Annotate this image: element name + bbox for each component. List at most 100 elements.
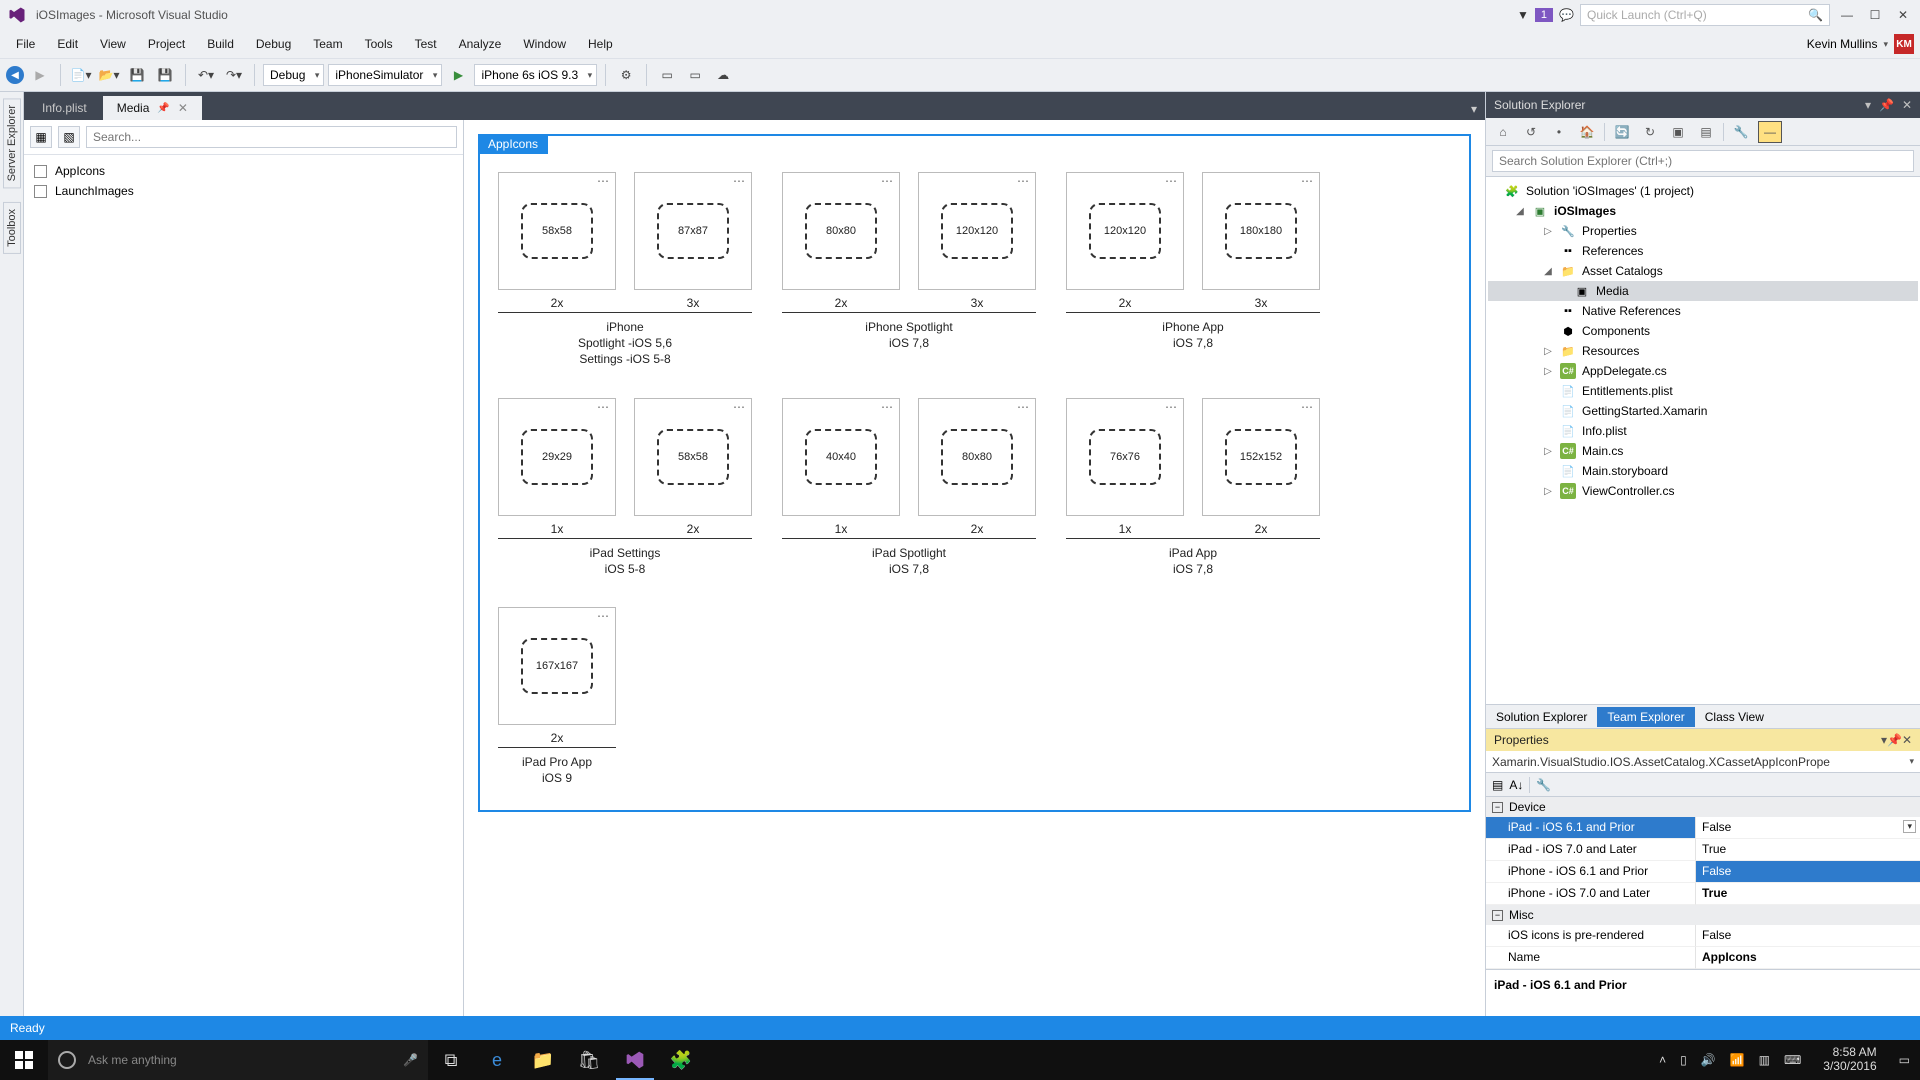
property-row[interactable]: iPhone - iOS 7.0 and LaterTrue [1486, 883, 1920, 905]
tree-item[interactable]: ▷C#AppDelegate.cs [1488, 361, 1918, 381]
image-well[interactable]: ⋯120x120 [1066, 172, 1184, 290]
tree-item[interactable]: ⬢Components [1488, 321, 1918, 341]
image-well[interactable]: ⋯80x80 [918, 398, 1036, 516]
visual-studio-icon[interactable] [612, 1040, 658, 1080]
tree-item[interactable]: ▷🔧Properties [1488, 221, 1918, 241]
redo-button[interactable]: ↷▾ [222, 63, 246, 87]
nav-fwd-button[interactable]: ▶ [28, 63, 52, 87]
property-row[interactable]: iPad - iOS 7.0 and LaterTrue [1486, 839, 1920, 861]
file-explorer-icon[interactable]: 📁 [520, 1040, 566, 1080]
image-well-menu-icon[interactable]: ⋯ [1017, 177, 1029, 185]
image-well-menu-icon[interactable]: ⋯ [1165, 403, 1177, 411]
prop-category-misc[interactable]: −Misc [1486, 905, 1920, 925]
menu-team[interactable]: Team [303, 33, 352, 55]
property-row[interactable]: iOS icons is pre-renderedFalse [1486, 925, 1920, 947]
tree-item[interactable]: 📄GettingStarted.Xamarin [1488, 401, 1918, 421]
app-icon[interactable]: 🧩 [658, 1040, 704, 1080]
clock[interactable]: 8:58 AM 3/30/2016 [1815, 1046, 1884, 1074]
tree-item[interactable]: ▪▪Native References [1488, 301, 1918, 321]
minimize-button[interactable]: — [1836, 4, 1858, 26]
se-tab-class[interactable]: Class View [1695, 707, 1774, 727]
target-combo[interactable]: iPhone 6s iOS 9.3 [474, 64, 597, 86]
image-well-menu-icon[interactable]: ⋯ [733, 403, 745, 411]
menu-edit[interactable]: Edit [47, 33, 88, 55]
edge-icon[interactable]: e [474, 1040, 520, 1080]
battery-icon[interactable]: ▯ [1680, 1053, 1687, 1067]
onenote-icon[interactable]: ▥ [1759, 1053, 1770, 1067]
save-button[interactable]: 💾 [125, 63, 149, 87]
alphabetical-icon[interactable]: A↓ [1509, 778, 1523, 792]
panel-close-icon[interactable]: ✕ [1902, 98, 1912, 112]
image-well-menu-icon[interactable]: ⋯ [1017, 403, 1029, 411]
dropdown-icon[interactable]: ▾ [1903, 820, 1916, 833]
categorized-icon[interactable]: ▤ [1492, 778, 1503, 792]
tool-btn-a[interactable]: ⚙ [614, 63, 638, 87]
image-well[interactable]: ⋯120x120 [918, 172, 1036, 290]
menu-help[interactable]: Help [578, 33, 623, 55]
notifications-badge[interactable]: 1 [1535, 8, 1553, 22]
tree-item[interactable]: ▪▪References [1488, 241, 1918, 261]
image-well-menu-icon[interactable]: ⋯ [733, 177, 745, 185]
image-well[interactable]: ⋯29x29 [498, 398, 616, 516]
image-well-menu-icon[interactable]: ⋯ [1165, 177, 1177, 185]
se-fwd-icon[interactable]: • [1548, 121, 1570, 143]
image-well-menu-icon[interactable]: ⋯ [1301, 403, 1313, 411]
tab-info-plist[interactable]: Info.plist [28, 96, 101, 120]
chevron-down-icon[interactable]: ▾ [1883, 39, 1888, 50]
tabs-overflow-icon[interactable]: ▾ [1467, 98, 1481, 120]
keyboard-icon[interactable]: ⌨ [1784, 1053, 1801, 1067]
panel-close-icon[interactable]: ✕ [1902, 733, 1912, 747]
menu-build[interactable]: Build [197, 33, 244, 55]
panel-pin-icon[interactable]: 📌 [1887, 733, 1902, 747]
image-well[interactable]: ⋯180x180 [1202, 172, 1320, 290]
se-properties-icon[interactable]: 🔧 [1730, 121, 1752, 143]
image-well[interactable]: ⋯76x76 [1066, 398, 1184, 516]
maximize-button[interactable]: ☐ [1864, 4, 1886, 26]
tool-btn-c[interactable]: ▭ [683, 63, 707, 87]
quick-launch-input[interactable]: Quick Launch (Ctrl+Q) 🔍 [1580, 4, 1830, 26]
tree-item[interactable]: ▣Media [1488, 281, 1918, 301]
menu-view[interactable]: View [90, 33, 136, 55]
close-tab-icon[interactable]: ✕ [178, 101, 188, 115]
platform-combo[interactable]: iPhoneSimulator [328, 64, 442, 86]
wifi-icon[interactable]: 📶 [1730, 1053, 1745, 1067]
image-well[interactable]: ⋯80x80 [782, 172, 900, 290]
image-well-menu-icon[interactable]: ⋯ [1301, 177, 1313, 185]
props-wrench-icon[interactable]: 🔧 [1536, 778, 1551, 792]
cortana-search[interactable]: Ask me anything 🎤 [48, 1040, 428, 1080]
image-well-menu-icon[interactable]: ⋯ [597, 403, 609, 411]
asset-item-launchimages[interactable]: LaunchImages [34, 181, 453, 201]
tree-item[interactable]: ▷C#ViewController.cs [1488, 481, 1918, 501]
property-row[interactable]: iPhone - iOS 6.1 and PriorFalse [1486, 861, 1920, 883]
tree-item[interactable]: 📄Info.plist [1488, 421, 1918, 441]
solution-tree[interactable]: 🧩Solution 'iOSImages' (1 project)◢▣iOSIm… [1486, 177, 1920, 704]
toolbox-tab[interactable]: Toolbox [3, 202, 21, 254]
open-button[interactable]: 📂▾ [97, 63, 121, 87]
se-home-icon[interactable]: ⌂ [1492, 121, 1514, 143]
tree-solution-root[interactable]: 🧩Solution 'iOSImages' (1 project) [1488, 181, 1918, 201]
se-back-icon[interactable]: ↺ [1520, 121, 1542, 143]
store-icon[interactable]: 🛍 [566, 1040, 612, 1080]
volume-icon[interactable]: 🔊 [1701, 1053, 1716, 1067]
microphone-icon[interactable]: 🎤 [403, 1053, 418, 1067]
pin-icon[interactable]: 📌 [157, 103, 169, 114]
tab-media[interactable]: Media 📌 ✕ [103, 96, 202, 120]
se-home2-icon[interactable]: 🏠 [1576, 121, 1598, 143]
image-well-menu-icon[interactable]: ⋯ [881, 177, 893, 185]
tree-project[interactable]: ◢▣iOSImages [1488, 201, 1918, 221]
menu-window[interactable]: Window [513, 33, 576, 55]
action-center-icon[interactable]: ▭ [1899, 1053, 1910, 1067]
se-sync-icon[interactable]: 🔄 [1611, 121, 1633, 143]
start-button[interactable]: ▶ [446, 63, 470, 87]
close-button[interactable]: ✕ [1892, 4, 1914, 26]
tray-chevron-icon[interactable]: ˄ [1659, 1053, 1666, 1067]
tree-item[interactable]: ▷📁Resources [1488, 341, 1918, 361]
image-well[interactable]: ⋯58x58 [498, 172, 616, 290]
server-explorer-tab[interactable]: Server Explorer [3, 98, 21, 188]
undo-button[interactable]: ↶▾ [194, 63, 218, 87]
start-button[interactable] [0, 1040, 48, 1080]
tree-item[interactable]: 📄Entitlements.plist [1488, 381, 1918, 401]
se-collapse-icon[interactable]: ▣ [1667, 121, 1689, 143]
configuration-combo[interactable]: Debug [263, 64, 324, 86]
menu-test[interactable]: Test [405, 33, 447, 55]
